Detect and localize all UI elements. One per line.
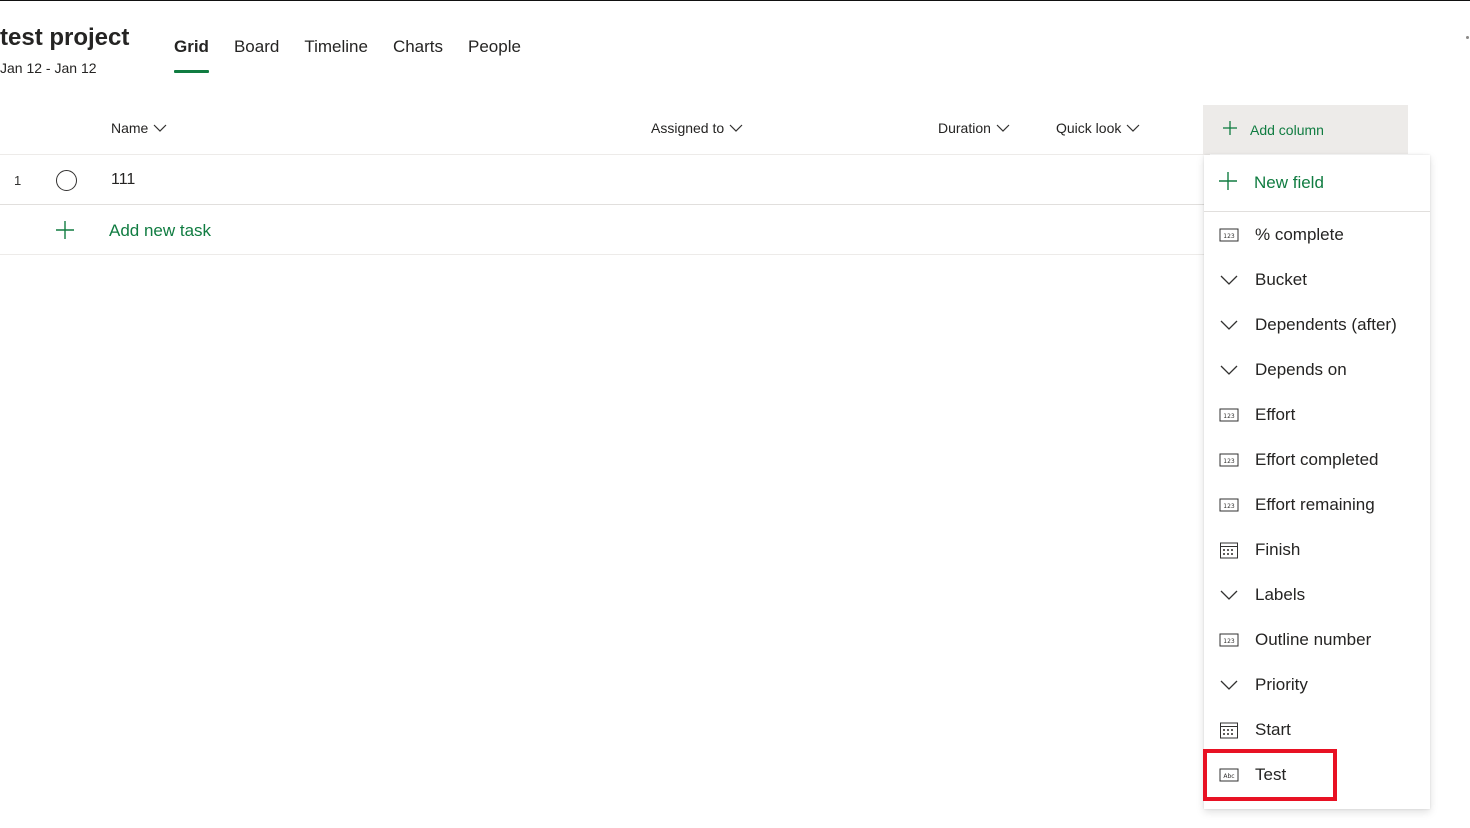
field-option-label: Test bbox=[1255, 764, 1287, 784]
field-option-start[interactable]: Start bbox=[1204, 707, 1430, 752]
field-option-priority[interactable]: Priority bbox=[1204, 662, 1430, 707]
field-option-outline-number[interactable]: 123 Outline number bbox=[1204, 617, 1430, 662]
svg-text:123: 123 bbox=[1223, 458, 1235, 465]
chevron-down-icon bbox=[1218, 270, 1240, 290]
top-border bbox=[0, 0, 1470, 1]
column-header-quick-look-label: Quick look bbox=[1056, 120, 1122, 136]
number-field-icon: 123 bbox=[1218, 450, 1240, 470]
field-option-label: Finish bbox=[1255, 539, 1301, 559]
number-field-icon: 123 bbox=[1218, 405, 1240, 425]
field-option-label: Bucket bbox=[1255, 269, 1307, 289]
calendar-icon bbox=[1218, 540, 1240, 560]
add-new-task-button[interactable]: Add new task bbox=[109, 221, 211, 241]
tab-people[interactable]: People bbox=[468, 36, 521, 74]
chevron-down-icon bbox=[1218, 585, 1240, 605]
field-option-finish[interactable]: Finish bbox=[1204, 527, 1430, 572]
table-row[interactable]: 1 111 bbox=[0, 155, 1204, 205]
field-option-label: Start bbox=[1255, 719, 1291, 739]
column-header-name-label: Name bbox=[111, 120, 149, 136]
field-option-label: Outline number bbox=[1255, 629, 1372, 649]
text-field-icon: Abc bbox=[1218, 765, 1240, 785]
tab-charts[interactable]: Charts bbox=[393, 36, 443, 74]
plus-icon bbox=[1222, 120, 1238, 139]
chevron-down-icon bbox=[729, 123, 743, 133]
svg-text:Abc: Abc bbox=[1223, 773, 1234, 780]
complete-task-checkbox[interactable] bbox=[56, 170, 77, 191]
svg-text:123: 123 bbox=[1223, 503, 1235, 510]
tab-timeline[interactable]: Timeline bbox=[304, 36, 368, 74]
chevron-down-icon bbox=[1126, 123, 1140, 133]
row-number: 1 bbox=[14, 173, 22, 188]
number-field-icon: 123 bbox=[1218, 225, 1240, 245]
field-option-labels[interactable]: Labels bbox=[1204, 572, 1430, 617]
chevron-down-icon bbox=[1218, 360, 1240, 380]
field-option-label: Labels bbox=[1255, 584, 1306, 604]
tab-board[interactable]: Board bbox=[234, 36, 279, 74]
add-column-dropdown: New field 123 % complete Bucket Dependen… bbox=[1204, 155, 1430, 809]
field-option-test[interactable]: Abc Test bbox=[1204, 752, 1430, 797]
field-option-percent-complete[interactable]: 123 % complete bbox=[1204, 212, 1430, 257]
new-field-label: New field bbox=[1254, 173, 1324, 192]
chevron-down-icon bbox=[1218, 675, 1240, 695]
number-field-icon: 123 bbox=[1218, 495, 1240, 515]
field-option-dependents-after[interactable]: Dependents (after) bbox=[1204, 302, 1430, 347]
field-option-label: Effort bbox=[1255, 404, 1296, 424]
field-option-effort[interactable]: 123 Effort bbox=[1204, 392, 1430, 437]
column-header-duration-label: Duration bbox=[938, 120, 991, 136]
field-option-effort-completed[interactable]: 123 Effort completed bbox=[1204, 437, 1430, 482]
column-header-name[interactable]: Name bbox=[111, 120, 167, 136]
column-header-quick-look[interactable]: Quick look bbox=[1056, 120, 1140, 136]
chevron-down-icon bbox=[153, 123, 167, 133]
add-column-label: Add column bbox=[1250, 121, 1324, 138]
column-header-assigned-to[interactable]: Assigned to bbox=[651, 120, 743, 136]
field-option-effort-remaining[interactable]: 123 Effort remaining bbox=[1204, 482, 1430, 527]
field-option-label: Priority bbox=[1255, 674, 1308, 694]
svg-text:123: 123 bbox=[1223, 638, 1235, 645]
number-field-icon: 123 bbox=[1218, 630, 1240, 650]
column-header-duration[interactable]: Duration bbox=[938, 120, 1010, 136]
field-option-label: Dependents (after) bbox=[1255, 314, 1397, 334]
project-title: test project bbox=[0, 24, 130, 51]
field-option-depends-on[interactable]: Depends on bbox=[1204, 347, 1430, 392]
project-dates: Jan 12 - Jan 12 bbox=[0, 60, 97, 76]
task-name[interactable]: 111 bbox=[111, 171, 135, 189]
column-header-assigned-label: Assigned to bbox=[651, 120, 725, 136]
svg-text:123: 123 bbox=[1223, 413, 1235, 420]
plus-icon bbox=[55, 220, 75, 245]
field-option-label: % complete bbox=[1255, 224, 1344, 244]
overflow-indicator bbox=[1466, 36, 1469, 39]
plus-icon bbox=[1218, 171, 1238, 196]
view-tabs: Grid Board Timeline Charts People bbox=[174, 36, 546, 74]
add-column-button[interactable]: Add column bbox=[1203, 105, 1408, 154]
chevron-down-icon bbox=[996, 123, 1010, 133]
field-option-label: Effort remaining bbox=[1255, 494, 1375, 514]
tab-grid[interactable]: Grid bbox=[174, 36, 209, 74]
svg-text:123: 123 bbox=[1223, 233, 1235, 240]
new-field-button[interactable]: New field bbox=[1204, 155, 1430, 212]
calendar-icon bbox=[1218, 720, 1240, 740]
field-option-bucket[interactable]: Bucket bbox=[1204, 257, 1430, 302]
add-task-row[interactable]: Add new task bbox=[0, 205, 1204, 255]
field-option-label: Effort completed bbox=[1255, 449, 1379, 469]
field-option-label: Depends on bbox=[1255, 359, 1347, 379]
chevron-down-icon bbox=[1218, 315, 1240, 335]
